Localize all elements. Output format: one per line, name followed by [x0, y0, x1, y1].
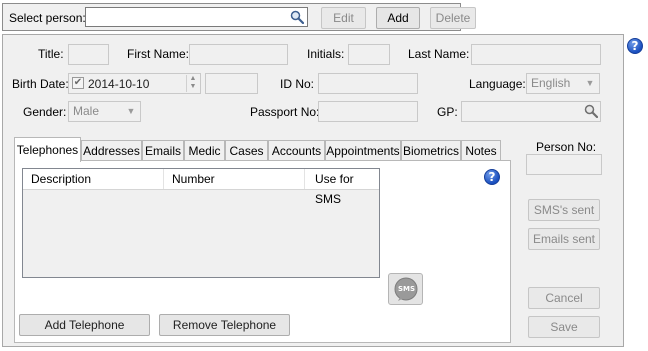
- language-value: English: [531, 76, 571, 90]
- tab-cases[interactable]: Cases: [225, 140, 268, 161]
- tab-accounts[interactable]: Accounts: [268, 140, 325, 161]
- gender-value: Male: [73, 104, 100, 118]
- language-select[interactable]: English ▼: [526, 73, 600, 94]
- id-no-label: ID No:: [280, 77, 315, 91]
- search-icon[interactable]: [290, 10, 304, 24]
- person-search-input[interactable]: [85, 7, 308, 27]
- age-field[interactable]: [205, 73, 258, 94]
- delete-button[interactable]: Delete: [430, 7, 476, 29]
- emails-sent-button[interactable]: Emails sent: [528, 228, 600, 250]
- tab-appointments[interactable]: Appointments: [325, 140, 401, 161]
- column-header-number[interactable]: Number: [164, 169, 305, 189]
- remove-telephone-button[interactable]: Remove Telephone: [159, 314, 290, 336]
- sms-sent-button[interactable]: SMS's sent: [528, 199, 600, 221]
- add-button[interactable]: Add: [376, 7, 420, 29]
- passport-label: Passport No:: [250, 105, 320, 119]
- tab-addresses[interactable]: Addresses: [81, 140, 142, 161]
- column-header-description[interactable]: Description: [23, 169, 164, 189]
- chevron-down-icon: ▼: [126, 106, 136, 116]
- sms-icon-label: SMS: [397, 285, 416, 293]
- birth-date-value: 2014-10-10: [88, 77, 150, 91]
- gp-label: GP:: [437, 105, 458, 119]
- tab-notes[interactable]: Notes: [461, 140, 501, 161]
- person-no-label: Person No:: [536, 140, 597, 154]
- tab-help-icon[interactable]: ?: [484, 169, 500, 185]
- tab-medic[interactable]: Medic: [184, 140, 225, 161]
- last-name-label: Last Name:: [408, 47, 470, 61]
- tab-biometrics[interactable]: Biometrics: [401, 140, 461, 161]
- birth-date-label: Birth Date:: [12, 77, 69, 91]
- passport-field[interactable]: [318, 101, 418, 122]
- title-label: Title:: [38, 47, 64, 61]
- select-person-label: Select person:: [9, 11, 86, 25]
- table-header: Description Number Use for SMS: [23, 169, 379, 206]
- save-button[interactable]: Save: [528, 316, 600, 338]
- title-field[interactable]: [68, 44, 109, 65]
- initials-label: Initials:: [307, 47, 345, 61]
- chevron-down-icon: ▼: [585, 78, 595, 88]
- gender-select[interactable]: Male ▼: [68, 101, 141, 122]
- last-name-field[interactable]: [471, 44, 601, 65]
- edit-button[interactable]: Edit: [321, 7, 366, 29]
- date-spinner[interactable]: ▲ ▼: [186, 75, 199, 92]
- birth-date-checkbox[interactable]: ✔: [72, 77, 84, 89]
- tab-telephones[interactable]: Telephones: [14, 137, 81, 162]
- help-icon[interactable]: ?: [627, 38, 643, 54]
- tab-emails[interactable]: Emails: [142, 140, 184, 161]
- gp-search-icon[interactable]: [584, 104, 598, 118]
- telephones-table[interactable]: Description Number Use for SMS: [22, 168, 380, 278]
- initials-field[interactable]: [348, 44, 390, 65]
- language-label: Language:: [469, 77, 526, 91]
- id-no-field[interactable]: [318, 73, 418, 94]
- person-no-field[interactable]: [526, 154, 602, 175]
- send-sms-button[interactable]: SMS: [388, 273, 423, 305]
- first-name-label: First Name:: [127, 47, 190, 61]
- first-name-field[interactable]: [189, 44, 288, 65]
- add-telephone-button[interactable]: Add Telephone: [19, 314, 150, 336]
- gp-field[interactable]: [461, 101, 601, 122]
- column-header-use-for-sms[interactable]: Use for SMS: [305, 169, 379, 206]
- gender-label: Gender:: [23, 105, 67, 119]
- cancel-button[interactable]: Cancel: [528, 287, 600, 309]
